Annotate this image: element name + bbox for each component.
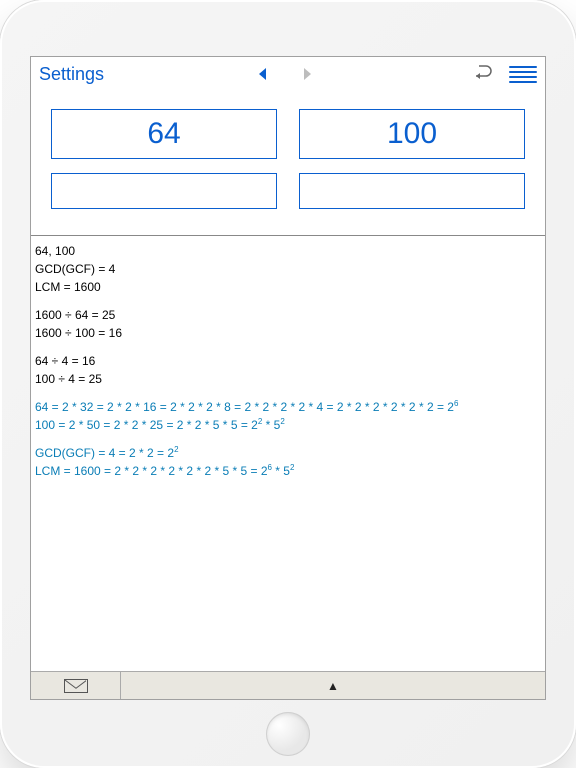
settings-button[interactable]: Settings [39,64,104,85]
number-input-1[interactable]: 64 [51,109,277,159]
triangle-up-icon: ▲ [327,679,339,693]
result-line: GCD(GCF) = 4 [35,260,541,278]
result-line: 100 ÷ 4 = 25 [35,370,541,388]
hamburger-line-icon [509,81,537,83]
factorization-line: 100 = 2 * 50 = 2 * 2 * 25 = 2 * 2 * 5 * … [35,416,541,434]
number-input-3[interactable] [51,173,277,209]
undo-button[interactable] [465,63,503,86]
app-screen: Settings [30,56,546,700]
results-pane: 64, 100 GCD(GCF) = 4 LCM = 1600 1600 ÷ 6… [31,235,545,671]
expand-keypad-button[interactable]: ▲ [121,672,545,699]
result-line: 1600 ÷ 64 = 25 [35,306,541,324]
hamburger-line-icon [509,66,537,68]
result-line: 1600 ÷ 100 = 16 [35,324,541,342]
history-forward-button[interactable] [288,67,326,81]
hamburger-line-icon [509,71,537,73]
inputs-grid: 64 100 [31,91,545,235]
top-toolbar: Settings [31,57,545,91]
factorization-line: GCD(GCF) = 4 = 2 * 2 = 22 [35,444,541,462]
number-input-4[interactable] [299,173,525,209]
ipad-device-frame: Settings [0,0,576,768]
history-back-button[interactable] [244,67,282,81]
menu-button[interactable] [509,66,537,83]
hamburger-line-icon [509,76,537,78]
result-line: 64 ÷ 4 = 16 [35,352,541,370]
factorization-line: LCM = 1600 = 2 * 2 * 2 * 2 * 2 * 2 * 5 *… [35,462,541,480]
home-button[interactable] [266,712,310,756]
share-mail-button[interactable] [31,672,121,699]
number-input-2[interactable]: 100 [299,109,525,159]
result-line: LCM = 1600 [35,278,541,296]
factorization-line: 64 = 2 * 32 = 2 * 2 * 16 = 2 * 2 * 2 * 8… [35,398,541,416]
bottom-bar: ▲ [31,671,545,699]
triangle-right-icon [302,67,312,81]
mail-icon [64,679,88,693]
undo-icon [473,64,495,80]
result-line: 64, 100 [35,242,541,260]
triangle-left-icon [258,67,268,81]
